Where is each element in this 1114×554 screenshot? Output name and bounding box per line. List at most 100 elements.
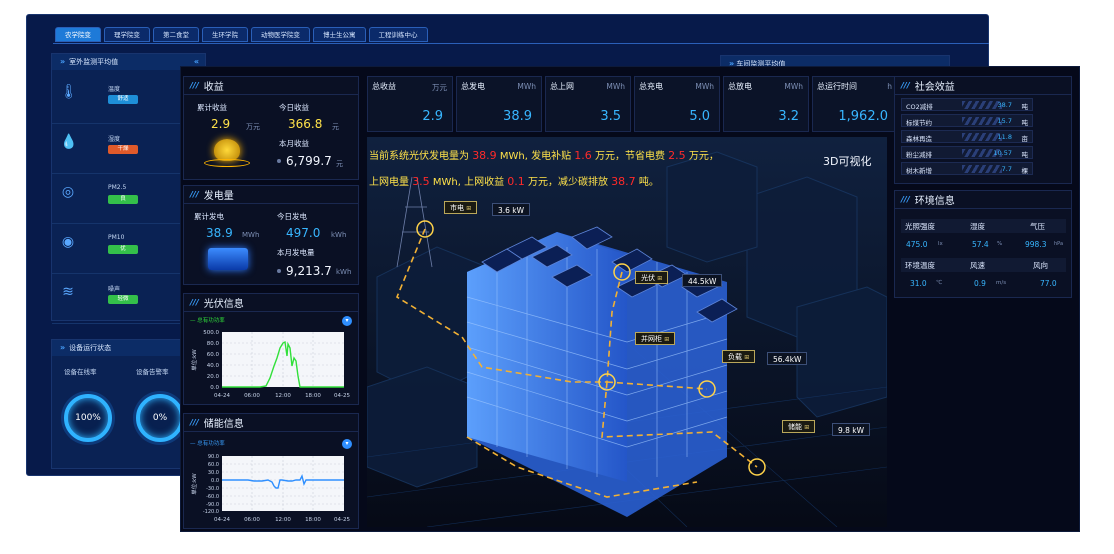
alarm-rate-value: 0% <box>152 413 168 423</box>
summary-1c: MWh, 发电补贴 <box>499 151 572 162</box>
env-pressure-label: 气压 <box>1030 222 1045 231</box>
metric-status-badge: 良 <box>108 195 138 204</box>
summary-subsidy: 1.6 <box>574 149 592 162</box>
power-total-value: 38.9 <box>206 226 233 240</box>
kpi-value: 1,962.0 <box>838 109 888 124</box>
money-bag-base-icon <box>204 159 250 167</box>
svg-text:18:00: 18:00 <box>305 517 321 523</box>
alarm-rate-gauge: 0% <box>136 394 184 442</box>
wind-icon: ≋ <box>62 284 74 300</box>
social-row-name: CO2减排 <box>906 103 933 111</box>
env-light-unit: lx <box>938 241 943 247</box>
env-pressure-unit: hPa <box>1054 241 1064 247</box>
social-row-value: 11.8 <box>997 133 1012 141</box>
money-bag-icon <box>214 139 240 161</box>
campus-scene-graphic <box>367 137 887 527</box>
pv-panel: ///光伏信息 — 总有功功率 ▾ 500.0 80.0 60.0 40.0 20.0 0… <box>183 293 359 405</box>
pm10-icon: ◉ <box>61 234 75 250</box>
kpi-unit: 万元 <box>432 83 447 92</box>
summary-2a: 上网电量 <box>369 177 409 188</box>
kpi-unit: MWh <box>695 82 714 91</box>
power-today-value: 497.0 <box>286 226 321 240</box>
env-wind-speed-unit: m/s <box>996 280 1007 286</box>
callout-load[interactable]: 负载 ⊞ <box>722 350 756 363</box>
svg-text:04-25: 04-25 <box>334 393 350 399</box>
power-today-unit: kWh <box>331 231 347 239</box>
callout-pv[interactable]: 光伏 ⊞ <box>635 271 669 284</box>
callout-storage[interactable]: 储能 ⊞ <box>782 420 816 433</box>
income-month-label: 本月收益 <box>279 139 309 148</box>
svg-text:04-24: 04-24 <box>214 517 230 523</box>
income-panel: ///收益 累计收益 2.9 万元 今日收益 366.8 元 本月收益 6,79… <box>183 76 359 180</box>
pv-chart: 500.0 80.0 60.0 40.0 20.0 0.0 04-24 06:00 12:00… <box>190 330 350 399</box>
pv-ylabel: 单位:kW <box>190 349 198 371</box>
income-total-value: 2.9 <box>211 117 231 131</box>
summary-carbon: 38.7 <box>611 175 636 188</box>
social-row-unit: 吨 <box>1021 119 1029 127</box>
social-row: 树木新增 7.7 棵 <box>901 162 1033 175</box>
callout-grid-value: 3.6 kW <box>492 203 531 216</box>
summary-2c: MWh, 上网收益 <box>432 177 505 188</box>
summary-1e: 万元，节省电费 <box>594 151 665 162</box>
svg-text:12:00: 12:00 <box>275 517 291 523</box>
social-row-value: 10.57 <box>993 149 1012 157</box>
income-today-value: 366.8 <box>288 117 323 131</box>
env-temp-value: 31.0 <box>910 279 927 288</box>
env-humidity-value: 57.4 <box>972 240 989 249</box>
kpi-label: 总放电 <box>728 82 752 91</box>
power-total-unit: MWh <box>242 231 260 239</box>
env-light-label: 光照强度 <box>905 222 935 231</box>
tab-env-college[interactable]: 生环学院 <box>202 27 248 42</box>
kpi-card: 总上网 MWh 3.5 <box>545 76 631 132</box>
svg-text:-60.0: -60.0 <box>206 494 219 500</box>
pv-title: 光伏信息 <box>203 299 244 310</box>
tab-canteen[interactable]: 第二食堂 <box>153 27 199 42</box>
power-today-label: 今日发电 <box>277 212 307 221</box>
3d-view-label: 3D可视化 <box>823 155 872 168</box>
pv-legend: — 总有功功率 <box>190 318 225 324</box>
kpi-unit: MWh <box>784 82 803 91</box>
kpi-card: 总放电 MWh 3.2 <box>723 76 809 132</box>
tab-vet-college[interactable]: 动物医学院变 <box>251 27 310 42</box>
income-title: 收益 <box>203 82 224 93</box>
env-humidity-label: 湿度 <box>970 222 985 231</box>
callout-grid[interactable]: 市电 ⊞ <box>444 201 478 214</box>
env-temp-unit: ℃ <box>936 280 943 286</box>
pm25-icon: ◎ <box>61 184 75 200</box>
svg-text:-90.0: -90.0 <box>206 502 219 508</box>
pv-dropdown-icon[interactable]: ▾ <box>342 316 352 326</box>
tab-phd-apartment[interactable]: 博士生公寓 <box>313 27 366 42</box>
storage-dropdown-icon[interactable]: ▾ <box>342 439 352 449</box>
kpi-label: 总发电 <box>461 82 485 91</box>
building-tabs: 农学院变 理学院变 第二食堂 生环学院 动物医学院变 博士生公寓 工程训练中心 <box>55 27 428 42</box>
summary-grid-income: 0.1 <box>507 175 525 188</box>
env-wind-speed-value: 0.9 <box>974 279 986 288</box>
callout-storage-value: 9.8 kW <box>832 423 871 436</box>
social-row-unit: 亩 <box>1021 135 1029 143</box>
social-title: 社会效益 <box>914 82 955 93</box>
power-month-unit: kWh <box>336 268 352 276</box>
svg-text:04-25: 04-25 <box>334 517 350 523</box>
svg-text:-30.0: -30.0 <box>206 486 219 492</box>
storage-title: 储能信息 <box>203 419 244 430</box>
svg-text:04-24: 04-24 <box>214 393 230 399</box>
income-total-unit: 万元 <box>246 123 260 131</box>
tab-engineering-center[interactable]: 工程训练中心 <box>368 27 428 42</box>
pv-legend-text: 总有功功率 <box>197 318 225 324</box>
online-rate-value: 100% <box>75 413 101 423</box>
svg-text:90.0: 90.0 <box>208 454 219 460</box>
social-row-stripes <box>962 117 1002 125</box>
tab-agronomy[interactable]: 农学院变 <box>55 27 101 42</box>
env-pressure-value: 998.3 <box>1025 240 1047 249</box>
svg-text:60.0: 60.0 <box>208 462 219 468</box>
svg-text:06:00: 06:00 <box>244 517 260 523</box>
metric-status-badge: 舒适 <box>108 95 138 104</box>
metric-name: 温度 <box>108 86 121 93</box>
thermometer-icon: 🌡 <box>60 84 78 100</box>
metric-name: PM2.5 <box>108 184 127 191</box>
kpi-card: 总发电 MWh 38.9 <box>456 76 542 132</box>
svg-text:40.0: 40.0 <box>207 363 220 369</box>
callout-grid-cabinet[interactable]: 并网柜 ⊞ <box>635 332 676 345</box>
3d-visualization[interactable]: 当前系统光伏发电量为 38.9 MWh, 发电补贴 1.6 万元，节省电费 2.… <box>367 137 887 527</box>
tab-science[interactable]: 理学院变 <box>104 27 150 42</box>
